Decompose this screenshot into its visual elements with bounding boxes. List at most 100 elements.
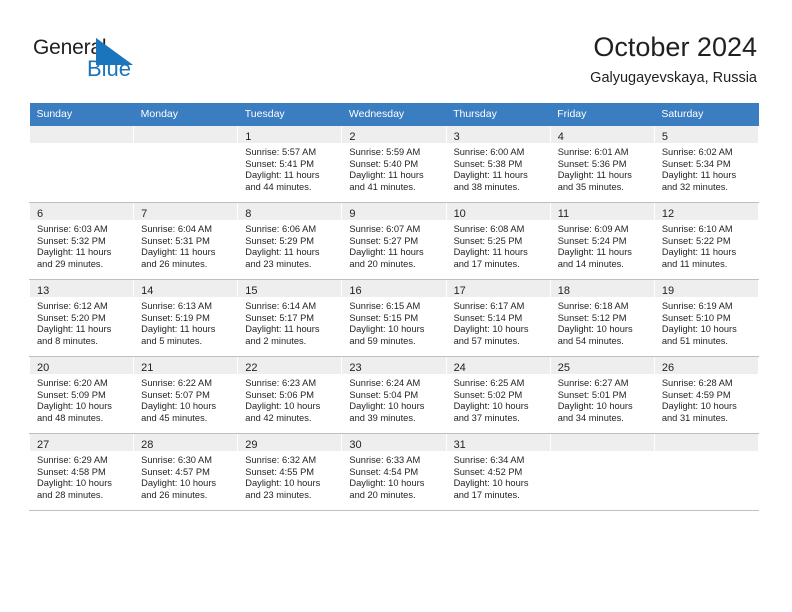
day-cell-inner: 30 Sunrise: 6:33 AM Sunset: 4:54 PM Dayligh… [342, 434, 446, 510]
day-detail-line: Daylight: 11 hours [37, 324, 112, 335]
day-details: Sunrise: 6:20 AM Sunset: 5:09 PM Daylight:… [30, 374, 133, 424]
day-details: Sunrise: 6:07 AM Sunset: 5:27 PM Daylight:… [342, 220, 445, 270]
day-detail-line: Sunset: 5:24 PM [557, 235, 627, 246]
calendar-day-cell[interactable]: 23 Sunrise: 6:24 AM Sunset: 5:04 PM Dayligh… [341, 356, 447, 434]
calendar-day-cell[interactable]: 17 Sunrise: 6:17 AM Sunset: 5:14 PM Dayligh… [445, 279, 551, 357]
calendar-day-cell[interactable]: 13 Sunrise: 6:12 AM Sunset: 5:20 PM Dayligh… [28, 279, 135, 357]
day-cell-inner: 3 Sunrise: 6:00 AM Sunset: 5:38 PM Daylight… [446, 126, 550, 202]
day-number-bar: 8 [238, 203, 342, 220]
day-cell-inner: 22 Sunrise: 6:23 AM Sunset: 5:06 PM Dayligh… [238, 357, 342, 433]
calendar-day-cell[interactable]: 22 Sunrise: 6:23 AM Sunset: 5:06 PM Dayligh… [237, 356, 343, 434]
day-number-bar: 6 [30, 203, 134, 220]
day-number: 1 [245, 131, 252, 143]
day-detail-line: and 41 minutes. [349, 181, 416, 192]
day-number-bar: 3 [446, 126, 550, 143]
calendar-day-cell[interactable]: 25 Sunrise: 6:27 AM Sunset: 5:01 PM Dayligh… [549, 356, 655, 434]
day-number: 19 [661, 285, 675, 297]
day-details: Sunrise: 6:00 AM Sunset: 5:38 PM Daylight:… [447, 143, 550, 193]
calendar-day-cell[interactable]: 9 Sunrise: 6:07 AM Sunset: 5:27 PM Daylight… [341, 202, 447, 280]
calendar-day-cell[interactable]: 2 Sunrise: 5:59 AM Sunset: 5:40 PM Daylight… [341, 126, 447, 203]
day-detail-line: Sunset: 5:15 PM [349, 312, 419, 323]
weekday-header-thursday: Thursday [446, 103, 551, 126]
day-cell-inner: 27 Sunrise: 6:29 AM Sunset: 4:58 PM Dayligh… [30, 434, 134, 510]
day-details: Sunrise: 6:15 AM Sunset: 5:15 PM Daylight:… [342, 297, 445, 347]
day-number-bar: 18 [550, 280, 654, 297]
calendar-day-cell[interactable]: 19 Sunrise: 6:19 AM Sunset: 5:10 PM Dayligh… [653, 279, 760, 357]
day-cell-inner: 9 Sunrise: 6:07 AM Sunset: 5:27 PM Daylight… [342, 203, 446, 279]
day-details: Sunrise: 6:02 AM Sunset: 5:34 PM Daylight:… [655, 143, 758, 193]
day-detail-line: Sunrise: 6:19 AM [661, 301, 733, 311]
calendar-week-row: 1 Sunrise: 5:57 AM Sunset: 5:41 PM Daylight… [28, 126, 760, 203]
day-detail-line: and 44 minutes. [245, 181, 312, 192]
day-detail-line: and 11 minutes. [661, 258, 728, 269]
general-blue-logo[interactable]: General Blue [33, 36, 163, 86]
calendar-day-cell[interactable]: 15 Sunrise: 6:14 AM Sunset: 5:17 PM Dayligh… [237, 279, 343, 357]
calendar-day-cell[interactable]: 26 Sunrise: 6:28 AM Sunset: 4:59 PM Dayligh… [653, 356, 760, 434]
day-detail-line: Sunset: 5:10 PM [661, 312, 731, 323]
weekday-header-sunday: Sunday [29, 103, 134, 126]
day-details: Sunrise: 6:09 AM Sunset: 5:24 PM Daylight:… [551, 220, 654, 270]
calendar-day-cell[interactable]: 27 Sunrise: 6:29 AM Sunset: 4:58 PM Dayligh… [28, 433, 135, 511]
day-details [30, 143, 133, 147]
calendar-day-cell[interactable]: 20 Sunrise: 6:20 AM Sunset: 5:09 PM Dayligh… [28, 356, 135, 434]
calendar-day-cell[interactable]: 30 Sunrise: 6:33 AM Sunset: 4:54 PM Dayligh… [341, 433, 447, 511]
day-number: 2 [349, 131, 356, 143]
day-cell-inner: 25 Sunrise: 6:27 AM Sunset: 5:01 PM Dayligh… [550, 357, 654, 433]
calendar-day-cell[interactable]: 1 Sunrise: 5:57 AM Sunset: 5:41 PM Daylight… [237, 126, 343, 203]
calendar-day-cell[interactable]: 21 Sunrise: 6:22 AM Sunset: 5:07 PM Dayligh… [133, 356, 239, 434]
day-number-bar: 4 [550, 126, 654, 143]
day-detail-line: Daylight: 10 hours [349, 478, 425, 489]
calendar-day-cell[interactable]: 14 Sunrise: 6:13 AM Sunset: 5:19 PM Dayligh… [133, 279, 239, 357]
calendar-day-cell[interactable]: 5 Sunrise: 6:02 AM Sunset: 5:34 PM Daylight… [653, 126, 760, 203]
day-detail-line: Daylight: 10 hours [349, 324, 425, 335]
day-number: 13 [37, 285, 50, 297]
day-number-bar: 23 [342, 357, 446, 374]
day-number-bar: 25 [550, 357, 654, 374]
calendar-day-cell[interactable]: 11 Sunrise: 6:09 AM Sunset: 5:24 PM Dayligh… [549, 202, 655, 280]
day-detail-line: Sunrise: 6:00 AM [453, 147, 525, 157]
calendar-day-cell[interactable]: 29 Sunrise: 6:32 AM Sunset: 4:55 PM Dayligh… [237, 433, 343, 511]
day-detail-line: Sunset: 5:02 PM [453, 389, 523, 400]
day-detail-line: Sunrise: 6:25 AM [453, 378, 525, 388]
day-detail-line: Sunset: 5:34 PM [661, 158, 731, 169]
calendar-day-cell[interactable]: 6 Sunrise: 6:03 AM Sunset: 5:32 PM Daylight… [28, 202, 135, 280]
calendar-day-cell[interactable]: 3 Sunrise: 6:00 AM Sunset: 5:38 PM Daylight… [445, 126, 551, 203]
day-detail-line: Sunset: 5:01 PM [557, 389, 627, 400]
day-number-bar: 26 [654, 357, 758, 374]
calendar-day-cell[interactable]: 12 Sunrise: 6:10 AM Sunset: 5:22 PM Dayligh… [653, 202, 760, 280]
calendar-day-cell[interactable]: 31 Sunrise: 6:34 AM Sunset: 4:52 PM Dayligh… [445, 433, 551, 511]
day-detail-line: Sunrise: 6:33 AM [349, 455, 421, 465]
calendar-day-cell[interactable]: 18 Sunrise: 6:18 AM Sunset: 5:12 PM Dayligh… [549, 279, 655, 357]
day-number: 21 [141, 362, 154, 374]
day-details: Sunrise: 6:13 AM Sunset: 5:19 PM Daylight:… [134, 297, 237, 347]
weekday-header-tuesday: Tuesday [237, 103, 342, 126]
calendar-day-cell[interactable]: 24 Sunrise: 6:25 AM Sunset: 5:02 PM Dayligh… [445, 356, 551, 434]
weekday-header-monday: Monday [133, 103, 238, 126]
day-details: Sunrise: 6:34 AM Sunset: 4:52 PM Daylight:… [447, 451, 550, 501]
day-detail-line: Sunset: 5:17 PM [245, 312, 315, 323]
day-details: Sunrise: 6:23 AM Sunset: 5:06 PM Daylight:… [238, 374, 341, 424]
day-number: 22 [245, 362, 258, 374]
day-detail-line: Daylight: 10 hours [453, 401, 529, 412]
calendar-day-cell[interactable]: 8 Sunrise: 6:06 AM Sunset: 5:29 PM Daylight… [237, 202, 343, 280]
day-detail-line: Sunrise: 6:32 AM [245, 455, 317, 465]
calendar-day-cell[interactable]: 28 Sunrise: 6:30 AM Sunset: 4:57 PM Dayligh… [133, 433, 239, 511]
day-detail-line: Sunrise: 6:12 AM [37, 301, 108, 311]
day-number: 3 [453, 131, 460, 143]
calendar-week-row: 6 Sunrise: 6:03 AM Sunset: 5:32 PM Daylight… [28, 202, 760, 280]
day-cell-inner: 17 Sunrise: 6:17 AM Sunset: 5:14 PM Dayligh… [446, 280, 550, 356]
calendar-day-cell[interactable]: 7 Sunrise: 6:04 AM Sunset: 5:31 PM Daylight… [133, 202, 239, 280]
day-number-bar: 11 [550, 203, 654, 220]
day-number: 10 [453, 208, 466, 220]
day-detail-line: Daylight: 10 hours [661, 401, 737, 412]
day-detail-line: and 8 minutes. [37, 335, 98, 346]
calendar-day-cell[interactable]: 10 Sunrise: 6:08 AM Sunset: 5:25 PM Dayligh… [445, 202, 551, 280]
day-cell-inner: 11 Sunrise: 6:09 AM Sunset: 5:24 PM Dayligh… [550, 203, 654, 279]
calendar-day-cell[interactable]: 4 Sunrise: 6:01 AM Sunset: 5:36 PM Daylight… [549, 126, 655, 203]
day-cell-inner: 14 Sunrise: 6:13 AM Sunset: 5:19 PM Dayligh… [134, 280, 238, 356]
calendar-day-cell[interactable]: 16 Sunrise: 6:15 AM Sunset: 5:15 PM Dayligh… [341, 279, 447, 357]
day-detail-line: Sunrise: 6:34 AM [453, 455, 525, 465]
calendar-table: Sunday Monday Tuesday Wednesday Thursday… [28, 103, 760, 511]
day-details: Sunrise: 6:18 AM Sunset: 5:12 PM Daylight:… [551, 297, 654, 347]
day-number: 20 [37, 362, 50, 374]
